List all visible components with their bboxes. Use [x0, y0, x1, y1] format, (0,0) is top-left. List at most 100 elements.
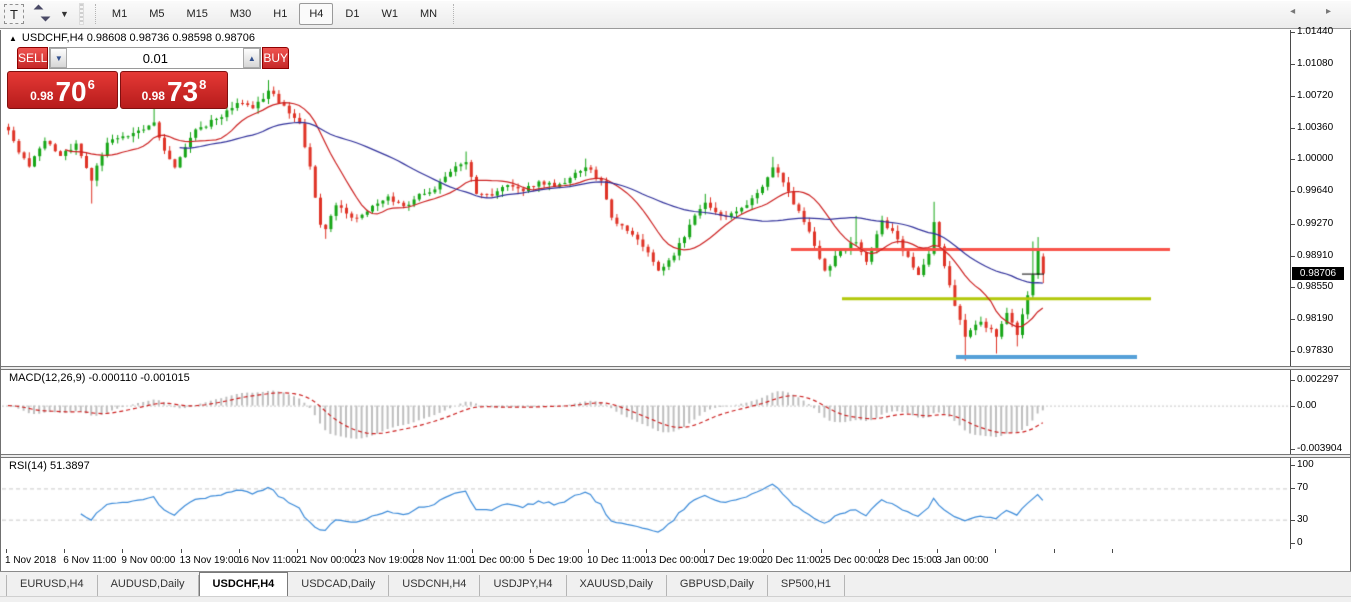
- chart-tab-usdjpy-h4[interactable]: USDJPY,H4: [480, 575, 566, 596]
- time-axis-label: 13 Dec 00:00: [645, 555, 705, 566]
- macd-label: -0.003904: [1297, 443, 1342, 454]
- chart-tab-sp500-h1[interactable]: SP500,H1: [768, 575, 845, 596]
- buy-price-base: 0.98: [142, 89, 165, 103]
- rsi-tick: [1291, 543, 1295, 544]
- time-axis-tick: [355, 549, 356, 553]
- time-axis-label: 28 Nov 11:00: [412, 555, 471, 566]
- time-axis-tick: [6, 549, 7, 553]
- timeframe-button-w1[interactable]: W1: [371, 3, 408, 25]
- chart-system-icon[interactable]: T: [4, 4, 24, 24]
- time-axis-label: 3 Jan 00:00: [936, 555, 988, 566]
- rsi-label: 70: [1297, 482, 1308, 493]
- time-axis-tick: [879, 549, 880, 553]
- time-axis-label: 1 Dec 00:00: [471, 555, 525, 566]
- timeframe-toolbar: M1M5M15M30H1H4D1W1MN: [90, 0, 448, 29]
- price-tick: [1291, 224, 1295, 225]
- price-label: 0.99640: [1297, 185, 1333, 196]
- price-label: 1.01080: [1297, 58, 1333, 69]
- mt4-application: T ▼ M1M5M15M30H1H4D1W1MN ▲USDCHF,H4 0.98…: [0, 0, 1351, 602]
- macd-tick: [1291, 380, 1295, 381]
- rsi-label: 100: [1297, 459, 1314, 470]
- tab-scroll-arrows[interactable]: ◂ ▸: [1290, 6, 1345, 17]
- time-axis-tick: [1054, 549, 1055, 553]
- rsi-tick: [1291, 465, 1295, 466]
- time-axis-label: 16 Nov 11:00: [238, 555, 297, 566]
- main-chart-pane[interactable]: ▲USDCHF,H4 0.98608 0.98736 0.98598 0.987…: [1, 30, 1350, 366]
- macd-tick: [1291, 449, 1295, 450]
- chart-tab-audusd-daily[interactable]: AUDUSD,Daily: [98, 575, 199, 596]
- time-axis-tick: [937, 549, 938, 553]
- buy-price-point: 8: [199, 77, 206, 92]
- macd-indicator-pane[interactable]: MACD(12,26,9) -0.000110 -0.001015 0.0022…: [1, 370, 1350, 454]
- volume-input[interactable]: [67, 48, 243, 68]
- time-axis-label: 6 Nov 11:00: [63, 555, 116, 566]
- current-price-marker: 0.98706: [1292, 267, 1344, 280]
- time-axis-label: 25 Dec 00:00: [820, 555, 880, 566]
- time-axis-tick: [472, 549, 473, 553]
- macd-label: 0.002297: [1297, 374, 1339, 385]
- volume-increase-button[interactable]: ▲: [243, 48, 260, 68]
- price-label: 1.01440: [1297, 26, 1333, 37]
- time-axis-tick: [297, 549, 298, 553]
- chart-tab-usdcad-daily[interactable]: USDCAD,Daily: [288, 575, 389, 596]
- buy-button[interactable]: BUY: [262, 47, 289, 69]
- time-axis-label: 20 Dec 11:00: [762, 555, 821, 566]
- timeframe-button-m30[interactable]: M30: [220, 3, 261, 25]
- panel-collapse-icon[interactable]: ▲: [9, 34, 17, 43]
- price-label: 0.99270: [1297, 218, 1333, 229]
- macd-chart[interactable]: [2, 370, 1289, 454]
- rsi-label: 30: [1297, 514, 1308, 525]
- timeframe-button-m1[interactable]: M1: [102, 3, 137, 25]
- rsi-title: RSI(14) 51.3897: [9, 460, 90, 472]
- timeframe-button-mn[interactable]: MN: [410, 3, 447, 25]
- sell-price-display[interactable]: 0.98 70 6: [7, 71, 118, 109]
- time-axis-label: 23 Nov 19:00: [354, 555, 414, 566]
- time-axis[interactable]: 1 Nov 20186 Nov 11:009 Nov 00:0013 Nov 1…: [1, 549, 1350, 571]
- time-axis-label: 5 Dec 19:00: [529, 555, 583, 566]
- price-label: 0.98550: [1297, 281, 1333, 292]
- time-axis-label: 28 Dec 15:00: [878, 555, 938, 566]
- price-axis[interactable]: 1.014401.010801.007201.003601.000000.996…: [1290, 30, 1350, 366]
- price-tick: [1291, 32, 1295, 33]
- chart-tab-xauusd-daily[interactable]: XAUUSD,Daily: [567, 575, 667, 596]
- timeframe-button-d1[interactable]: D1: [335, 3, 369, 25]
- rsi-indicator-pane[interactable]: RSI(14) 51.3897 100 70 30 0: [1, 458, 1350, 549]
- timeframe-button-m15[interactable]: M15: [176, 3, 217, 25]
- price-tick: [1291, 128, 1295, 129]
- chart-tab-usdcnh-h4[interactable]: USDCNH,H4: [389, 575, 480, 596]
- chart-tab-gbpusd-daily[interactable]: GBPUSD,Daily: [667, 575, 768, 596]
- top-toolbar: T ▼ M1M5M15M30H1H4D1W1MN: [0, 0, 1351, 29]
- price-tick: [1291, 96, 1295, 97]
- sell-button[interactable]: SELL: [17, 47, 48, 69]
- toolbar-grip-handle[interactable]: [79, 3, 84, 25]
- sell-price-base: 0.98: [30, 89, 53, 103]
- volume-decrease-button[interactable]: ▼: [50, 48, 67, 68]
- chart-tab-eurusd-h4[interactable]: EURUSD,H4: [6, 575, 98, 596]
- dropdown-caret-icon[interactable]: ▼: [60, 9, 69, 19]
- chart-tab-usdchf-h4[interactable]: USDCHF,H4: [199, 572, 289, 596]
- price-label: 0.98190: [1297, 313, 1333, 324]
- price-tick: [1291, 319, 1295, 320]
- time-axis-tick: [239, 549, 240, 553]
- price-label: 1.00000: [1297, 153, 1333, 164]
- macd-title: MACD(12,26,9) -0.000110 -0.001015: [9, 372, 190, 384]
- timeframe-button-h4[interactable]: H4: [299, 3, 333, 25]
- rsi-label: 0: [1297, 537, 1303, 548]
- chart-ohlc-title: ▲USDCHF,H4 0.98608 0.98736 0.98598 0.987…: [9, 32, 255, 44]
- price-tick: [1291, 64, 1295, 65]
- price-label: 1.00720: [1297, 90, 1333, 101]
- one-click-trading-panel: SELL ▼ ▲ BUY 0.98 70 6 0.98: [7, 47, 228, 109]
- rsi-tick: [1291, 520, 1295, 521]
- price-tick: [1291, 159, 1295, 160]
- time-axis-tick: [181, 549, 182, 553]
- time-axis-label: 10 Dec 11:00: [587, 555, 646, 566]
- time-axis-tick: [1112, 549, 1113, 553]
- tile-windows-icon[interactable]: [32, 3, 58, 25]
- timeframe-button-m5[interactable]: M5: [139, 3, 174, 25]
- timeframe-button-h1[interactable]: H1: [263, 3, 297, 25]
- buy-price-display[interactable]: 0.98 73 8: [120, 71, 228, 109]
- rsi-chart[interactable]: [2, 458, 1289, 549]
- macd-tick: [1291, 406, 1295, 407]
- price-tick: [1291, 191, 1295, 192]
- arrow-shape: [41, 12, 51, 22]
